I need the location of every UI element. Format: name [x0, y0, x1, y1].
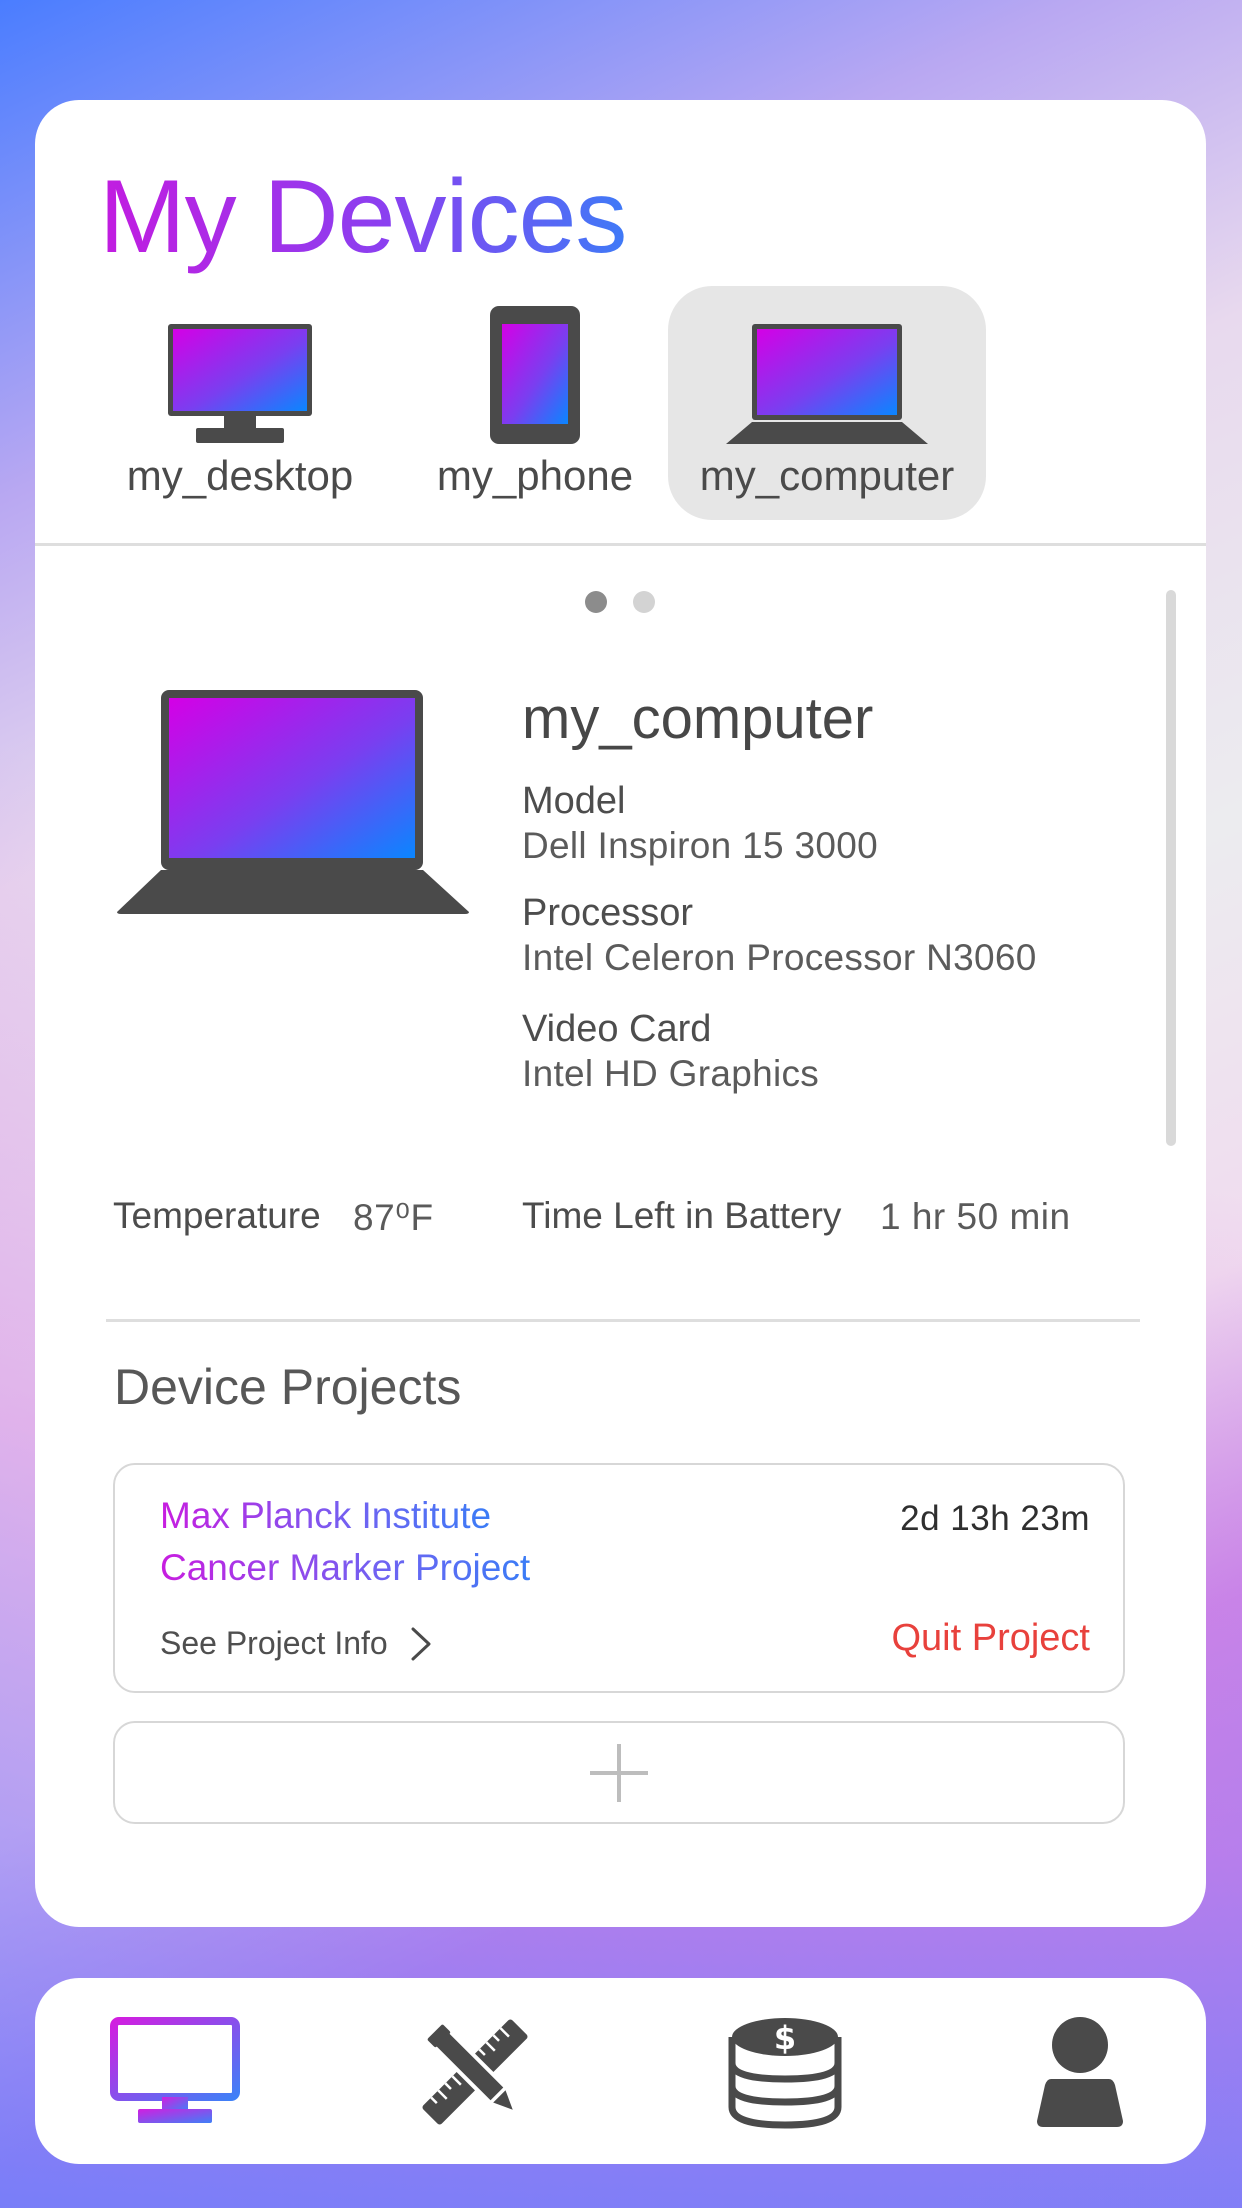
device-tab-label: my_phone — [436, 452, 634, 499]
battery-label: Time Left in Battery — [522, 1195, 842, 1236]
device-name: my_computer — [522, 686, 874, 751]
nav-tools[interactable] — [415, 2010, 535, 2134]
spec-value-processor: Intel Celeron Processor N3060 — [522, 937, 1037, 978]
spec-value-model: Dell Inspiron 15 3000 — [522, 825, 878, 866]
add-project-button[interactable] — [113, 1721, 1125, 1824]
quit-project-button[interactable]: Quit Project — [891, 1617, 1090, 1660]
tab-divider — [35, 543, 1206, 546]
temperature-label: Temperature — [113, 1195, 321, 1236]
phone-icon — [435, 286, 635, 446]
temperature-value: 87⁰F — [353, 1197, 434, 1238]
nav-devices[interactable] — [110, 2010, 240, 2134]
section-title-projects: Device Projects — [114, 1359, 462, 1415]
bottom-nav: $ — [35, 1978, 1206, 2164]
see-project-info-label: See Project Info — [160, 1625, 388, 1661]
chevron-right-icon — [411, 1627, 431, 1660]
desktop-icon — [125, 286, 355, 446]
laptop-icon — [668, 286, 986, 446]
user-icon — [1037, 2017, 1123, 2127]
plus-icon — [590, 1743, 648, 1802]
scrollbar[interactable] — [1166, 590, 1176, 1146]
device-tab-label: my_computer — [699, 452, 955, 499]
see-project-info-link[interactable]: See Project Info — [160, 1625, 432, 1662]
spec-label-model: Model — [522, 780, 626, 822]
page-dot[interactable] — [633, 591, 655, 613]
device-tab-label: my_desktop — [126, 452, 354, 499]
page-title: My Devices — [99, 158, 627, 278]
svg-text:$: $ — [774, 2019, 796, 2057]
battery-value: 1 hr 50 min — [880, 1196, 1071, 1237]
nav-profile[interactable] — [1030, 2010, 1130, 2134]
project-time-left: 2d 13h 23m — [900, 1499, 1090, 1538]
section-divider — [106, 1319, 1140, 1322]
device-tab-my-desktop[interactable]: my_desktop — [125, 286, 355, 520]
device-tab-my-computer[interactable]: my_computer — [668, 286, 986, 520]
page-dot-active[interactable] — [585, 591, 607, 613]
spec-label-video-card: Video Card — [522, 1008, 712, 1050]
nav-credits[interactable]: $ — [725, 2010, 845, 2134]
spec-label-processor: Processor — [522, 892, 694, 934]
monitor-icon — [110, 2017, 240, 2123]
project-org: Max Planck Institute — [160, 1495, 492, 1536]
spec-value-video-card: Intel HD Graphics — [522, 1053, 820, 1094]
device-tab-my-phone[interactable]: my_phone — [435, 286, 635, 520]
devices-card: My Devices my_desktop my_phone my_comput… — [35, 100, 1206, 1927]
coin-stack-icon: $ — [728, 2018, 842, 2129]
laptop-illustration — [115, 688, 471, 921]
project-name: Cancer Marker Project — [160, 1547, 531, 1588]
pencil-ruler-icon — [422, 2019, 528, 2125]
page-indicator — [585, 591, 655, 613]
project-card[interactable]: Max Planck Institute Cancer Marker Proje… — [113, 1463, 1125, 1693]
